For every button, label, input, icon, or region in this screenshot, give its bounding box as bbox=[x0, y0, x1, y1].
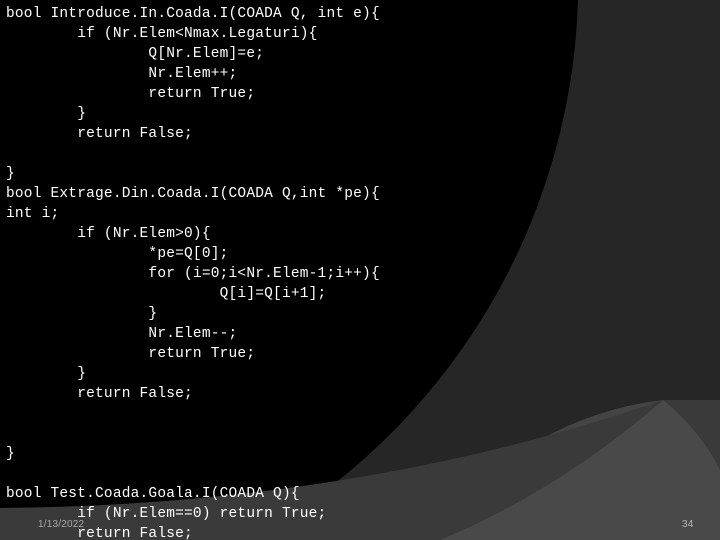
code-line: bool Test.Coada.Goala.I(COADA Q){ bbox=[6, 486, 300, 502]
code-line: if (Nr.Elem<Nmax.Legaturi){ bbox=[6, 26, 318, 42]
code-line: Q[Nr.Elem]=e; bbox=[6, 46, 265, 62]
code-line: return True; bbox=[6, 346, 256, 362]
code-line: } bbox=[6, 166, 15, 182]
code-line: } bbox=[6, 306, 158, 322]
code-line: Nr.Elem++; bbox=[6, 66, 238, 82]
code-line: for (i=0;i<Nr.Elem-1;i++){ bbox=[6, 266, 380, 282]
code-line: Nr.Elem--; bbox=[6, 326, 238, 342]
code-line: } bbox=[6, 366, 87, 382]
code-listing: bool Introduce.In.Coada.I(COADA Q, int e… bbox=[0, 0, 566, 540]
code-line: bool Introduce.In.Coada.I(COADA Q, int e… bbox=[6, 6, 380, 22]
code-line: if (Nr.Elem>0){ bbox=[6, 226, 211, 242]
code-line: if (Nr.Elem==0) return True; bbox=[6, 506, 327, 522]
footer-date: 1/13/2022 bbox=[38, 519, 85, 530]
code-line: return False; bbox=[6, 386, 193, 402]
code-line: } bbox=[6, 106, 87, 122]
code-line: bool Extrage.Din.Coada.I(COADA Q,int *pe… bbox=[6, 186, 380, 202]
slide: bool Introduce.In.Coada.I(COADA Q, int e… bbox=[0, 0, 720, 540]
code-line: int i; bbox=[6, 206, 60, 222]
code-line: return False; bbox=[6, 526, 193, 540]
code-line: return False; bbox=[6, 126, 193, 142]
code-line: return True; bbox=[6, 86, 256, 102]
footer-page-number: 34 bbox=[682, 519, 694, 530]
code-line: } bbox=[6, 446, 15, 462]
code-line: Q[i]=Q[i+1]; bbox=[6, 286, 327, 302]
code-line: *pe=Q[0]; bbox=[6, 246, 229, 262]
